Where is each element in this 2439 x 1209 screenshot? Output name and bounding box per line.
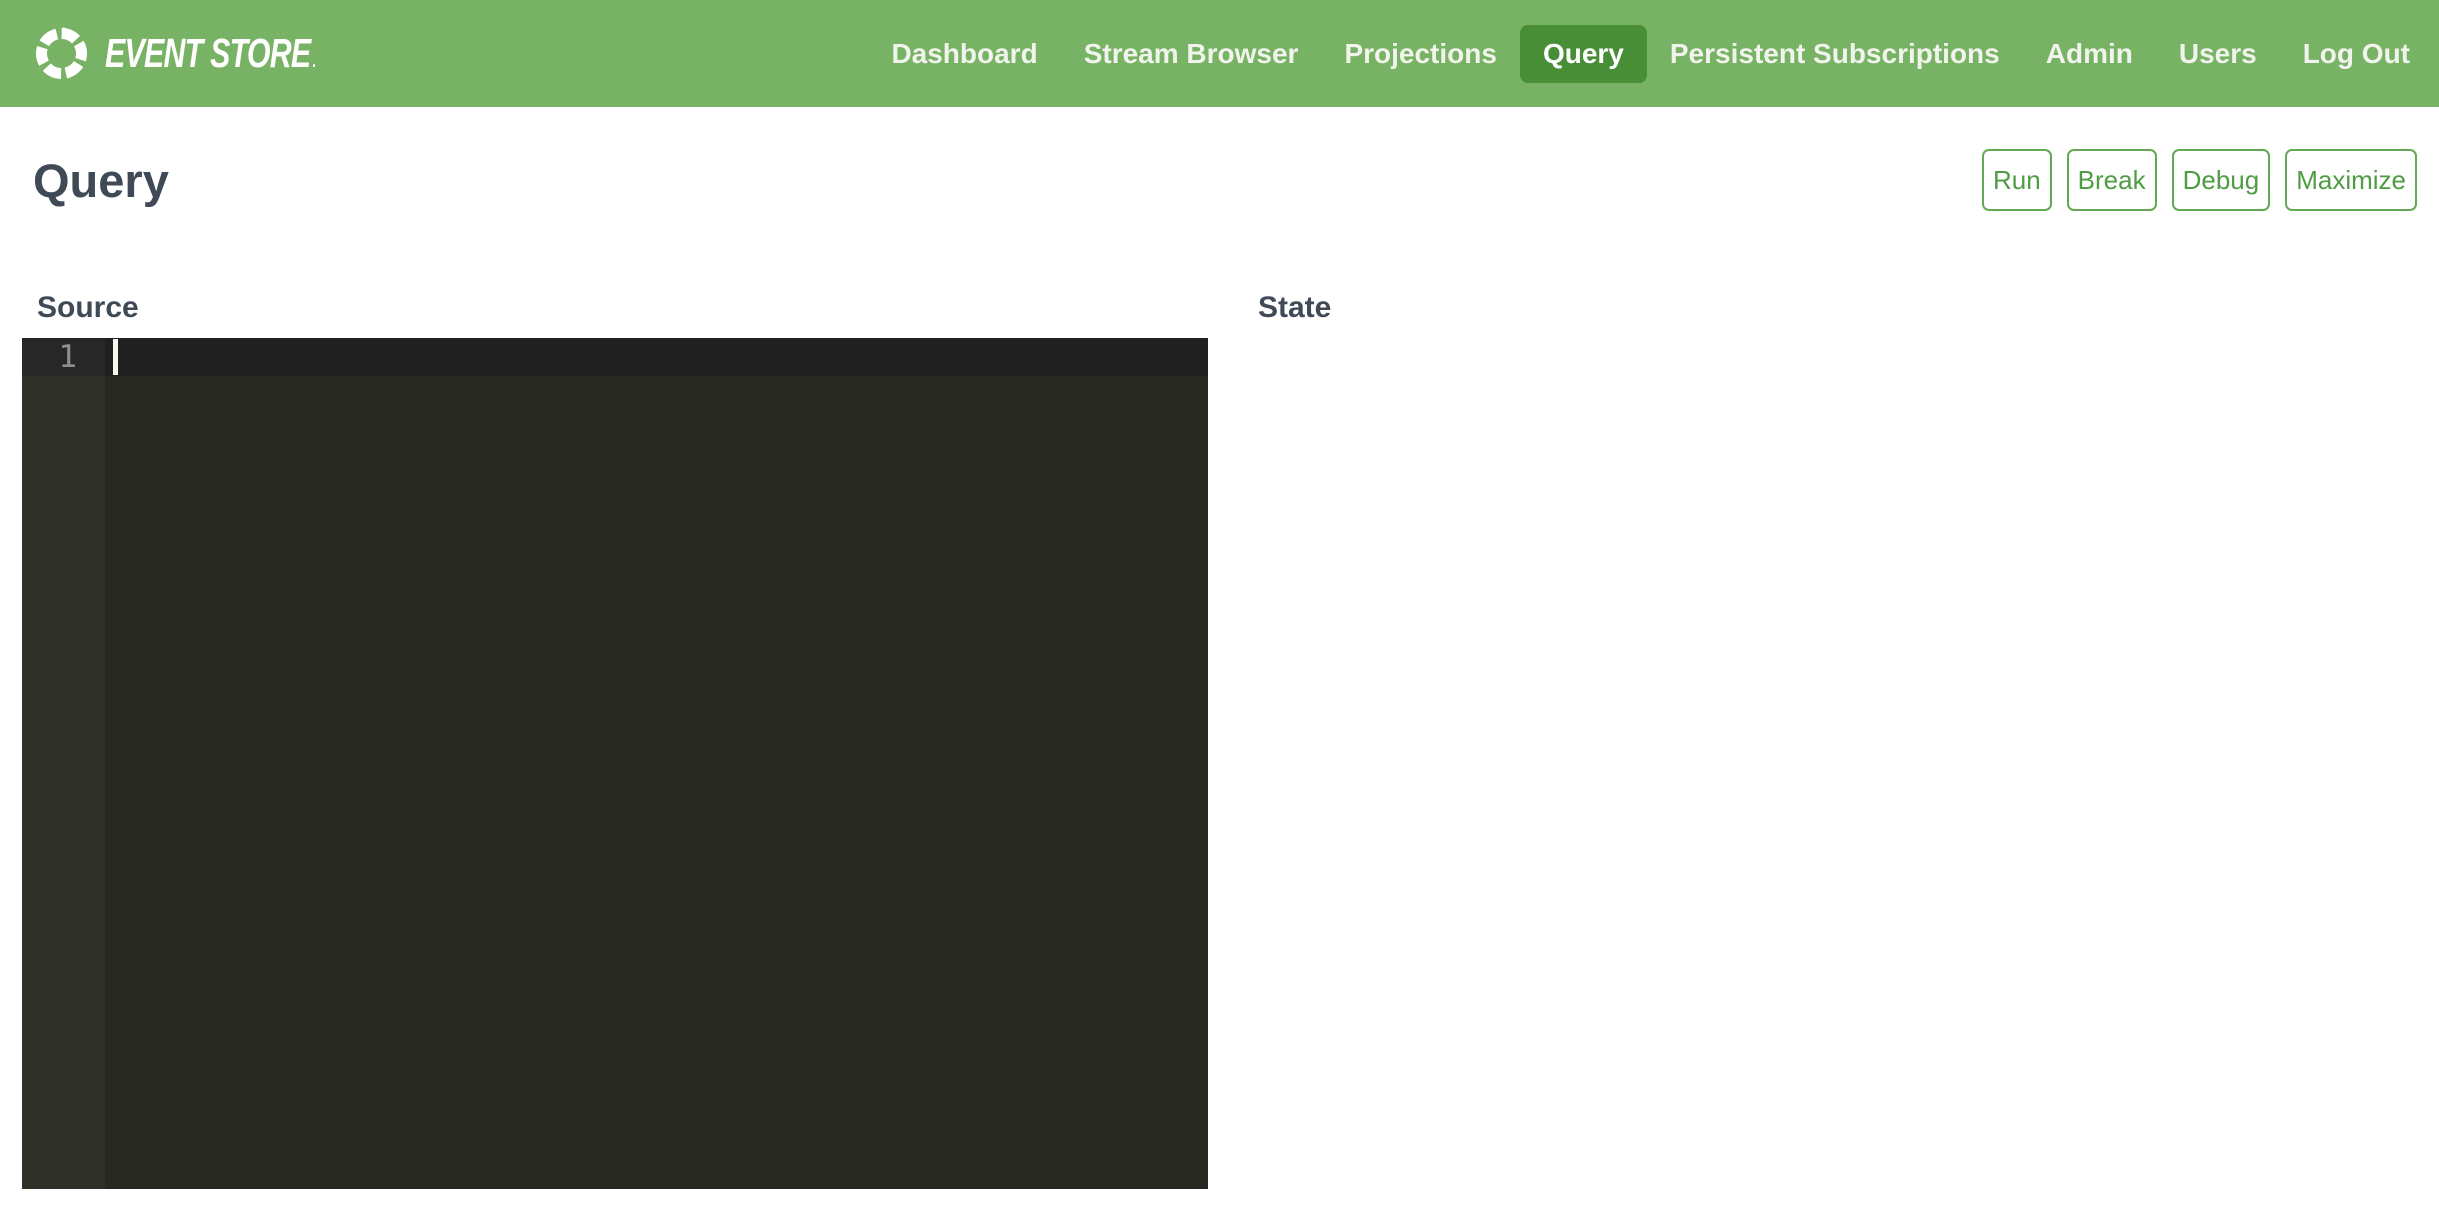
nav-item-admin[interactable]: Admin — [2023, 25, 2156, 83]
editor-active-line — [105, 338, 1208, 376]
nav-item-users[interactable]: Users — [2156, 25, 2280, 83]
page-title: Query — [33, 153, 169, 208]
logo-wordmark: EVENT STORE — [105, 30, 310, 77]
content-columns: Source 1 State — [22, 291, 2417, 1189]
editor-line-number: 1 — [22, 338, 105, 376]
event-store-logo-icon — [33, 25, 90, 82]
nav-item-persistent-subscriptions[interactable]: Persistent Subscriptions — [1647, 25, 2023, 83]
main-nav: Dashboard Stream Browser Projections Que… — [868, 25, 2433, 83]
source-header: Source — [37, 291, 1208, 325]
state-header: State — [1258, 291, 2417, 325]
nav-item-stream-browser[interactable]: Stream Browser — [1061, 25, 1322, 83]
run-button[interactable]: Run — [1982, 149, 2052, 211]
maximize-button[interactable]: Maximize — [2285, 149, 2417, 211]
query-source-editor[interactable]: 1 — [22, 338, 1208, 1189]
logo-trademark-dot: . — [313, 51, 317, 72]
editor-text-cursor — [113, 339, 118, 375]
state-panel: State — [1208, 291, 2417, 1189]
event-store-logo[interactable]: EVENT STORE . — [33, 25, 391, 82]
event-store-logo-text: EVENT STORE . — [105, 30, 316, 77]
nav-item-projections[interactable]: Projections — [1321, 25, 1519, 83]
nav-item-query[interactable]: Query — [1520, 25, 1647, 83]
break-button[interactable]: Break — [2067, 149, 2157, 211]
top-navbar: EVENT STORE . Dashboard Stream Browser P… — [0, 0, 2439, 107]
page-header: Query Run Break Debug Maximize — [22, 149, 2417, 211]
nav-item-log-out[interactable]: Log Out — [2280, 25, 2433, 83]
query-toolbar: Run Break Debug Maximize — [1982, 149, 2417, 211]
source-panel: Source 1 — [22, 291, 1208, 1189]
editor-code-area[interactable] — [105, 338, 1208, 1189]
state-body — [1243, 338, 2417, 738]
nav-item-dashboard[interactable]: Dashboard — [868, 25, 1060, 83]
editor-gutter: 1 — [22, 338, 105, 1189]
debug-button[interactable]: Debug — [2172, 149, 2271, 211]
